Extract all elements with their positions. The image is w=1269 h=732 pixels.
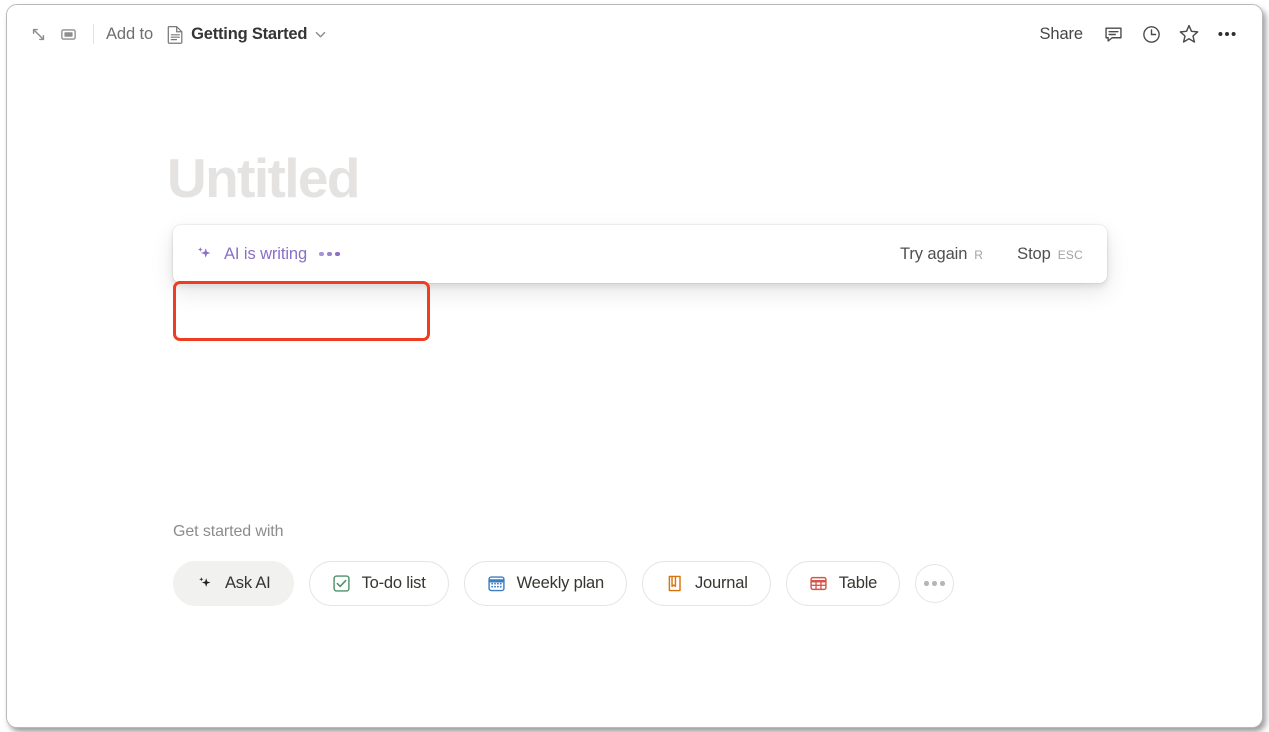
chip-ask-ai[interactable]: Ask AI (173, 561, 294, 606)
ai-actions-group: Try again R Stop ESC (892, 240, 1091, 269)
add-to-label: Add to (106, 25, 153, 44)
stop-shortcut: ESC (1058, 248, 1083, 262)
breadcrumb[interactable]: Getting Started (163, 22, 333, 47)
more-horizontal-icon (924, 581, 945, 586)
share-button[interactable]: Share (1030, 20, 1092, 49)
chip-label: Table (839, 574, 877, 593)
more-templates-button[interactable] (915, 564, 954, 603)
top-bar: Add to Getting Started Share (7, 5, 1262, 63)
try-again-button[interactable]: Try again R (892, 240, 991, 269)
loading-dots-icon (319, 252, 340, 257)
get-started-chip-row: Ask AI To-do list (173, 561, 954, 606)
get-started-label: Get started with (173, 523, 283, 541)
breadcrumb-title: Getting Started (191, 25, 307, 44)
page-icon (167, 25, 184, 44)
chip-journal[interactable]: Journal (642, 561, 771, 606)
try-again-label: Try again (900, 245, 967, 264)
try-again-shortcut: R (974, 248, 983, 262)
more-horizontal-icon[interactable] (1210, 18, 1244, 50)
toolbar-divider (93, 24, 94, 44)
notion-window: Add to Getting Started Share (6, 4, 1263, 728)
stop-label: Stop (1017, 245, 1051, 264)
chip-to-do-list[interactable]: To-do list (309, 561, 449, 606)
page-title[interactable]: Untitled (167, 151, 359, 206)
checkbox-icon (332, 574, 351, 593)
comment-icon[interactable] (1096, 18, 1130, 50)
ai-sparkle-icon (195, 245, 214, 264)
chip-table[interactable]: Table (786, 561, 900, 606)
calendar-icon (487, 574, 506, 593)
table-icon (809, 574, 828, 593)
clock-icon[interactable] (1134, 18, 1168, 50)
ai-status-text: AI is writing (224, 245, 307, 264)
page-content: Untitled AI is writing Try again R (7, 63, 1262, 727)
expand-arrows-icon[interactable] (23, 19, 53, 49)
side-peek-icon[interactable] (53, 19, 83, 49)
annotation-highlight-box (173, 281, 430, 341)
star-icon[interactable] (1172, 18, 1206, 50)
chip-label: Weekly plan (517, 574, 604, 593)
ai-writing-bar: AI is writing Try again R Stop ESC (173, 225, 1107, 283)
chip-label: Ask AI (225, 574, 271, 593)
chip-weekly-plan[interactable]: Weekly plan (464, 561, 627, 606)
ai-status-group[interactable]: AI is writing (195, 245, 340, 264)
top-bar-right-group: Share (1030, 18, 1262, 50)
ai-sparkle-icon (196, 575, 214, 593)
chip-label: To-do list (362, 574, 426, 593)
chip-label: Journal (695, 574, 748, 593)
stop-button[interactable]: Stop ESC (1009, 240, 1091, 269)
top-bar-left-group: Add to Getting Started (7, 19, 333, 49)
chevron-down-icon (314, 28, 327, 41)
book-icon (665, 574, 684, 593)
